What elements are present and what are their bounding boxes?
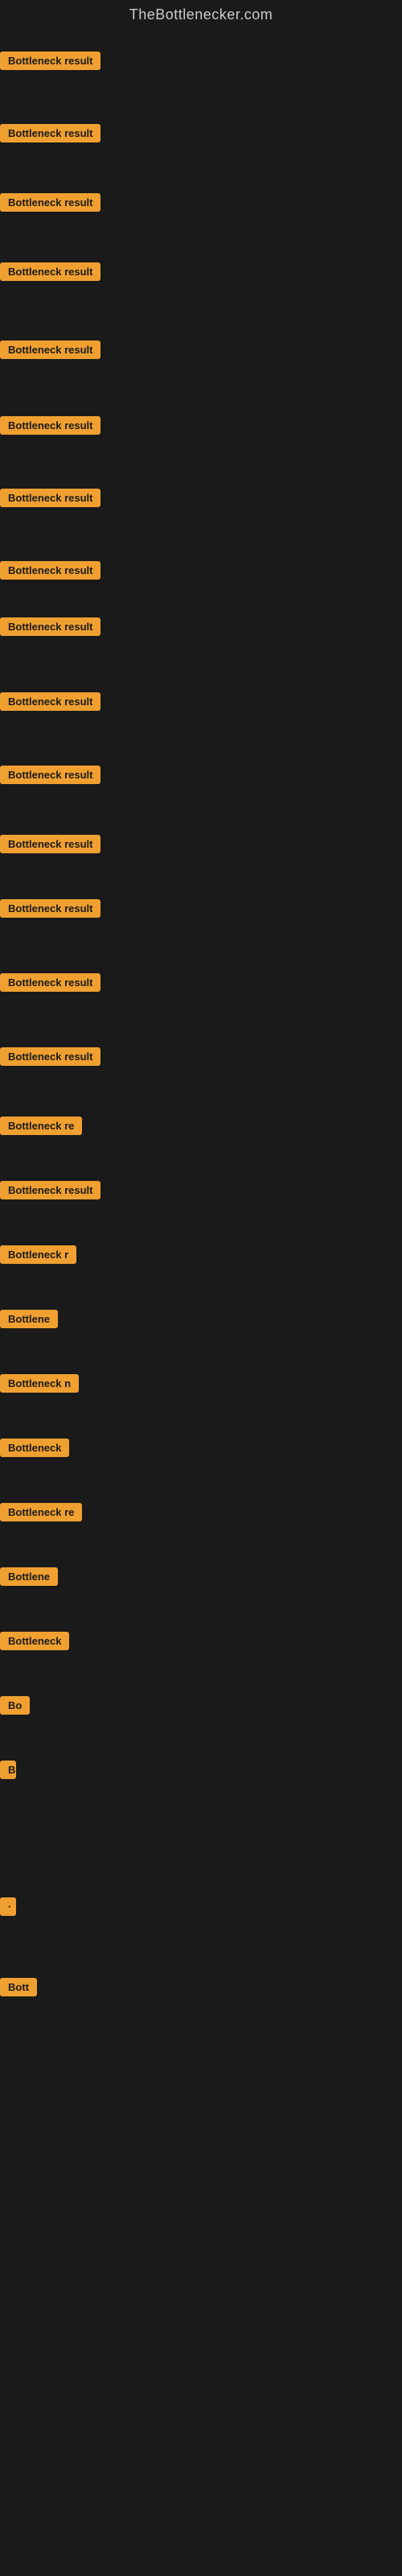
bottleneck-result-item[interactable]: Bottleneck result [0, 416, 100, 439]
bottleneck-badge: Bottleneck result [0, 1181, 100, 1199]
bottleneck-badge: Bottleneck result [0, 617, 100, 636]
bottleneck-result-item[interactable]: Bottlene [0, 1567, 58, 1590]
bottleneck-result-item[interactable]: Bottleneck result [0, 52, 100, 74]
bottleneck-badge: Bottleneck result [0, 52, 100, 70]
bottleneck-result-item[interactable]: Bottleneck result [0, 262, 100, 285]
bottleneck-result-item[interactable]: Bottleneck result [0, 341, 100, 363]
bottleneck-result-item[interactable]: Bottleneck result [0, 766, 100, 788]
bottleneck-result-item[interactable]: Bottleneck result [0, 193, 100, 216]
bottleneck-result-item[interactable]: Bottleneck result [0, 124, 100, 147]
bottleneck-result-item[interactable]: Bottleneck [0, 1439, 69, 1461]
bottleneck-badge: Bottleneck result [0, 692, 100, 711]
bottleneck-badge: Bottleneck result [0, 416, 100, 435]
site-title: TheBottlenecker.com [0, 0, 402, 30]
bottleneck-result-item[interactable]: Bottleneck result [0, 489, 100, 511]
bottleneck-result-item[interactable]: Bottleneck result [0, 835, 100, 857]
bottleneck-badge: Bottleneck result [0, 124, 100, 142]
bottleneck-badge: Bo [0, 1696, 30, 1715]
bottleneck-result-item[interactable]: Bott [0, 1978, 37, 2000]
bottleneck-badge: Bottleneck result [0, 262, 100, 281]
bottleneck-result-item[interactable]: Bottleneck result [0, 899, 100, 922]
bottleneck-result-item[interactable]: Bottleneck result [0, 561, 100, 584]
bottleneck-badge: Bottlene [0, 1567, 58, 1586]
bottleneck-result-item[interactable]: Bottleneck r [0, 1245, 76, 1268]
bottleneck-badge: Bottleneck result [0, 561, 100, 580]
bottleneck-badge: Bottleneck [0, 1632, 69, 1650]
bottleneck-result-item[interactable]: Bottleneck result [0, 1181, 100, 1203]
bottleneck-badge: Bottleneck result [0, 899, 100, 918]
bottleneck-badge: · [0, 1897, 16, 1916]
bottleneck-result-item[interactable]: Bottlene [0, 1310, 58, 1332]
bottleneck-result-item[interactable]: Bottleneck re [0, 1503, 82, 1525]
bottleneck-result-item[interactable]: Bottleneck re [0, 1117, 82, 1139]
bottleneck-badge: Bottleneck [0, 1439, 69, 1457]
bottleneck-result-item[interactable]: Bottleneck result [0, 617, 100, 640]
bottleneck-result-item[interactable]: Bottleneck result [0, 1047, 100, 1070]
bottleneck-result-item[interactable]: Bo [0, 1696, 30, 1719]
bottleneck-result-item[interactable]: Bottleneck [0, 1632, 69, 1654]
bottleneck-badge: Bottleneck n [0, 1374, 79, 1393]
bottleneck-badge: Bottleneck result [0, 489, 100, 507]
bottleneck-badge: Bottleneck result [0, 835, 100, 853]
bottleneck-result-item[interactable]: Bottleneck result [0, 692, 100, 715]
bottleneck-badge: Bottleneck result [0, 193, 100, 212]
bottleneck-badge: Bottleneck result [0, 973, 100, 992]
bottleneck-badge: Bott [0, 1978, 37, 1996]
bottleneck-badge: Bottleneck re [0, 1503, 82, 1521]
bottleneck-badge: Bottleneck re [0, 1117, 82, 1135]
bottleneck-badge: Bottleneck result [0, 341, 100, 359]
bottleneck-badge: Bottlene [0, 1310, 58, 1328]
bottleneck-badge: B [0, 1761, 16, 1779]
bottleneck-result-item[interactable]: B [0, 1761, 16, 1783]
bottleneck-result-item[interactable]: · [0, 1897, 16, 1920]
bottleneck-badge: Bottleneck r [0, 1245, 76, 1264]
bottleneck-result-item[interactable]: Bottleneck result [0, 973, 100, 996]
bottleneck-badge: Bottleneck result [0, 766, 100, 784]
bottleneck-result-item[interactable]: Bottleneck n [0, 1374, 79, 1397]
bottleneck-badge: Bottleneck result [0, 1047, 100, 1066]
